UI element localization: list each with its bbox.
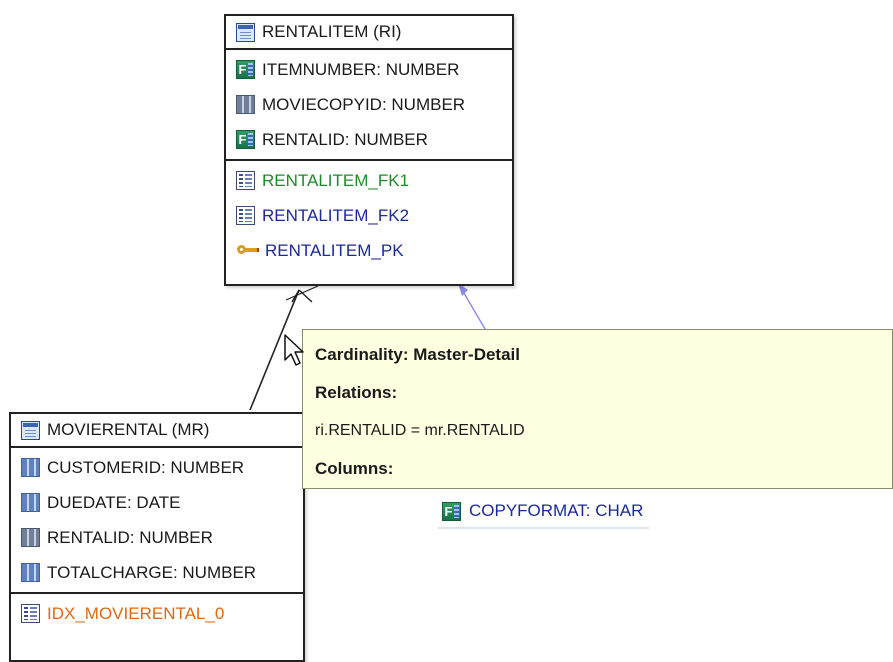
columns-section: CUSTOMERID: NUMBER DUEDATE: DATE RENTALI… (11, 448, 303, 594)
tooltip-relation: ri.RENTALID = mr.RENTALID (315, 422, 525, 439)
column-row[interactable]: DUEDATE: DATE (11, 485, 303, 520)
copyformat-column[interactable]: COPYFORMAT: CHAR (438, 497, 650, 529)
index-icon (236, 206, 255, 225)
column-label: CUSTOMERID: NUMBER (47, 457, 245, 477)
fk-column-icon (442, 501, 461, 521)
column-icon (21, 493, 40, 512)
index-icon (236, 171, 255, 190)
constraint-row[interactable]: RENTALITEM_FK1 (226, 163, 512, 198)
tooltip-relations-heading: Relations: (315, 383, 398, 402)
mouse-pointer-icon (284, 334, 304, 366)
index-icon (21, 604, 40, 623)
constraint-label: RENTALITEM_FK1 (262, 170, 410, 190)
table-icon (21, 420, 40, 440)
column-row[interactable]: RENTALID: NUMBER (226, 122, 512, 157)
fk-column-icon (236, 130, 255, 149)
indexes-section: IDX_MOVIERENTAL_0 (11, 594, 303, 633)
column-icon (21, 528, 40, 547)
constraint-row[interactable]: RENTALITEM_PK (226, 233, 512, 268)
tooltip-columns-heading: Columns: (315, 459, 394, 478)
columns-section: ITEMNUMBER: NUMBER MOVIECOPYID: NUMBER R… (226, 50, 512, 161)
entity-rentalitem[interactable]: RENTALITEM (RI) ITEMNUMBER: NUMBER MOVIE… (224, 14, 514, 286)
index-row[interactable]: IDX_MOVIERENTAL_0 (11, 596, 303, 631)
diagram-canvas[interactable]: RENTALITEM (RI) ITEMNUMBER: NUMBER MOVIE… (0, 0, 893, 662)
tooltip-cardinality: Cardinality: Master-Detail (315, 345, 520, 364)
relationship-line-blue[interactable] (460, 287, 489, 335)
constraint-label: RENTALITEM_PK (265, 240, 404, 260)
entity-title: MOVIERENTAL (MR) (47, 420, 210, 439)
column-row[interactable]: MOVIECOPYID: NUMBER (226, 87, 512, 122)
column-label: TOTALCHARGE: NUMBER (47, 562, 257, 582)
column-icon (21, 458, 40, 477)
column-row[interactable]: CUSTOMERID: NUMBER (11, 450, 303, 485)
column-row[interactable]: TOTALCHARGE: NUMBER (11, 555, 303, 590)
index-label: IDX_MOVIERENTAL_0 (47, 603, 225, 623)
table-icon (236, 22, 255, 42)
column-row[interactable]: ITEMNUMBER: NUMBER (226, 52, 512, 87)
entity-header[interactable]: RENTALITEM (RI) (226, 16, 512, 50)
column-label: RENTALID: NUMBER (47, 527, 213, 547)
column-icon (236, 95, 255, 114)
constraints-section: RENTALITEM_FK1 RENTALITEM_FK2 RENTALITEM… (226, 161, 512, 270)
constraint-label: RENTALITEM_FK2 (262, 205, 410, 225)
column-label: RENTALID: NUMBER (262, 129, 428, 149)
column-label: ITEMNUMBER: NUMBER (262, 59, 460, 79)
entity-header[interactable]: MOVIERENTAL (MR) (11, 414, 303, 448)
entity-title: RENTALITEM (RI) (262, 22, 402, 41)
column-icon (21, 563, 40, 582)
column-row[interactable]: RENTALID: NUMBER (11, 520, 303, 555)
column-label: DUEDATE: DATE (47, 492, 181, 512)
key-icon (236, 241, 259, 260)
relationship-tooltip: Cardinality: Master-Detail Relations: ri… (302, 329, 893, 489)
entity-movierental[interactable]: MOVIERENTAL (MR) CUSTOMERID: NUMBER DUED… (9, 412, 305, 662)
crowfoot-bar (285, 285, 319, 301)
fk-column-icon (236, 60, 255, 79)
column-label: MOVIECOPYID: NUMBER (262, 94, 466, 114)
constraint-row[interactable]: RENTALITEM_FK2 (226, 198, 512, 233)
column-label: COPYFORMAT: CHAR (469, 501, 644, 520)
